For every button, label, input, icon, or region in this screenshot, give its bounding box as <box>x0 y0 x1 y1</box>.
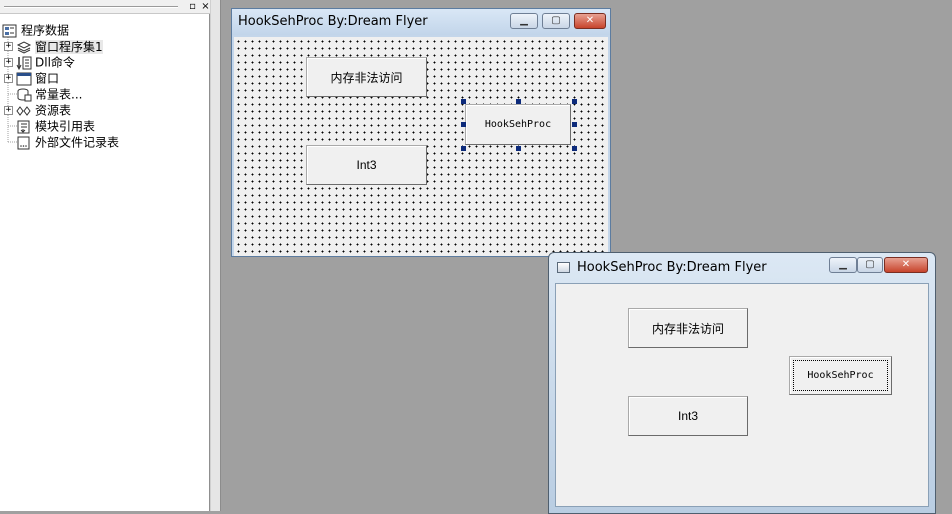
hook-seh-proc-button[interactable]: HookSehProc <box>789 356 892 395</box>
running-app-window: HookSehProc By:Dream Flyer ▁ ▢ ✕ 内存非法访问 … <box>548 252 936 514</box>
assembly-icon <box>16 40 32 54</box>
expand-icon[interactable]: + <box>4 42 13 51</box>
resize-handle-s[interactable] <box>516 146 521 151</box>
module-reference-icon <box>17 120 30 133</box>
tree-item-label: 常量表... <box>35 87 83 102</box>
panel-splitter[interactable] <box>210 0 221 511</box>
external-file-icon <box>17 136 30 149</box>
runtime-client-area: 内存非法访问 Int3 HookSehProc <box>555 283 929 507</box>
panel-header: ▫ × <box>0 0 210 14</box>
expand-icon[interactable]: + <box>4 74 13 83</box>
resize-handle-w[interactable] <box>461 122 466 127</box>
tree-item-program-data[interactable]: 程序数据 <box>2 22 69 38</box>
runtime-close-button[interactable]: ✕ <box>884 257 928 273</box>
tree-item-label: 外部文件记录表 <box>35 135 120 150</box>
tree-item-dll-command[interactable]: + Dll命令 <box>4 54 75 70</box>
tree-item-label: Dll命令 <box>35 55 75 70</box>
designer-access-violation-button[interactable]: 内存非法访问 <box>306 57 427 97</box>
expand-icon[interactable]: + <box>4 58 13 67</box>
tree-item-label: 窗口 <box>35 71 60 86</box>
window-icon <box>16 72 32 85</box>
int3-button[interactable]: Int3 <box>628 396 748 436</box>
panel-grip[interactable] <box>4 6 178 8</box>
resize-handle-ne[interactable] <box>572 99 577 104</box>
form-designer-window: HookSehProc By:Dream Flyer ▁ ▢ ✕ 内存非法访问 … <box>231 8 611 257</box>
tree-item-resource-table[interactable]: + 资源表 <box>4 102 71 118</box>
designer-title: HookSehProc By:Dream Flyer <box>238 14 428 29</box>
runtime-title: HookSehProc By:Dream Flyer <box>577 260 767 275</box>
resize-handle-se[interactable] <box>572 146 577 151</box>
runtime-minimize-button[interactable]: ▁ <box>829 257 857 273</box>
designer-close-button[interactable]: ✕ <box>574 13 606 29</box>
resource-table-icon <box>16 105 31 116</box>
runtime-maximize-button[interactable]: ▢ <box>857 257 883 273</box>
designer-int3-button[interactable]: Int3 <box>306 145 427 185</box>
tree-item-module-reference[interactable]: 模块引用表 <box>4 118 95 134</box>
constant-table-icon <box>17 88 32 101</box>
runtime-titlebar[interactable]: HookSehProc By:Dream Flyer ▁ ▢ ✕ <box>549 253 935 281</box>
tree-item-label: 窗口程序集1 <box>35 39 103 54</box>
project-tree-panel: ▫ × 程序数据 + 窗口程序集1 + Dll命令 + 窗口 常量表... + 资源表 … <box>0 0 210 511</box>
app-window-icon <box>557 262 570 273</box>
tree-item-window[interactable]: + 窗口 <box>4 70 59 86</box>
pin-icon[interactable]: ▫ <box>187 1 198 12</box>
access-violation-button[interactable]: 内存非法访问 <box>628 308 748 348</box>
resize-handle-sw[interactable] <box>461 146 466 151</box>
program-data-icon <box>2 24 17 37</box>
tree-item-constant-table[interactable]: 常量表... <box>4 86 82 102</box>
designer-minimize-button[interactable]: ▁ <box>510 13 538 29</box>
resize-handle-n[interactable] <box>516 99 521 104</box>
expand-icon[interactable]: + <box>4 106 13 115</box>
dll-command-icon <box>16 56 32 70</box>
tree-item-external-file[interactable]: 外部文件记录表 <box>4 134 119 150</box>
resize-handle-e[interactable] <box>572 122 577 127</box>
designer-titlebar[interactable]: HookSehProc By:Dream Flyer ▁ ▢ ✕ <box>232 9 610 35</box>
tree-item-label: 模块引用表 <box>35 119 96 134</box>
tree-item-assembly[interactable]: + 窗口程序集1 <box>4 38 103 54</box>
tree-item-label: 程序数据 <box>21 23 70 38</box>
designer-hook-button-selected[interactable]: HookSehProc <box>465 104 571 145</box>
design-grid-canvas[interactable]: 内存非法访问 Int3 HookSehProc <box>234 37 608 256</box>
designer-maximize-button[interactable]: ▢ <box>542 13 570 29</box>
tree-item-label: 资源表 <box>35 103 72 118</box>
resize-handle-nw[interactable] <box>461 99 466 104</box>
